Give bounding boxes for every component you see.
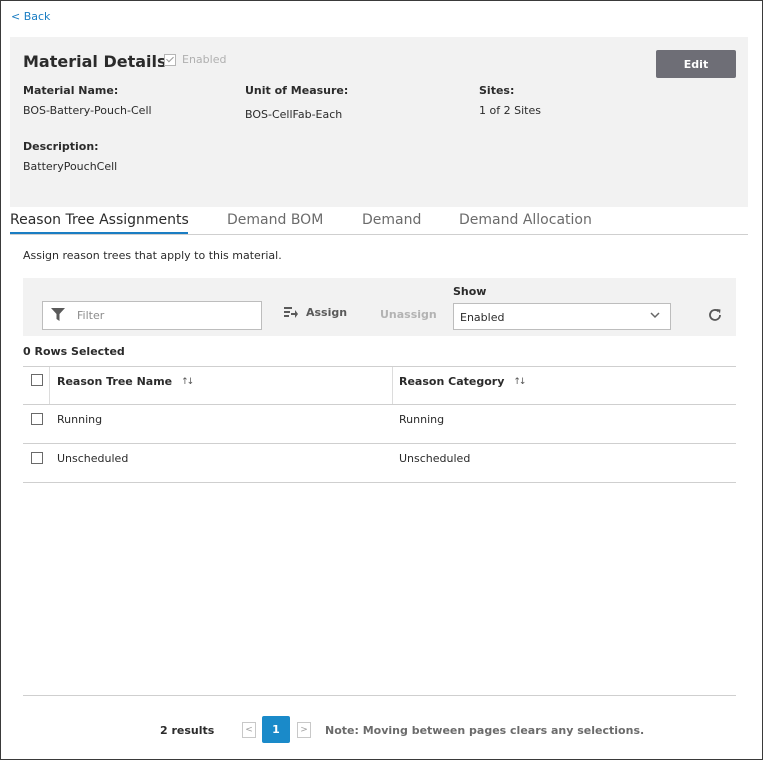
filter-placeholder: Filter xyxy=(77,309,105,322)
column-header-reason-tree-name[interactable]: Reason Tree Name ↑↓ xyxy=(57,375,194,388)
footer-divider xyxy=(23,695,736,696)
back-link[interactable]: < Back xyxy=(11,10,50,23)
chevron-left-icon[interactable]: < xyxy=(242,722,256,738)
column-header-reason-category[interactable]: Reason Category ↑↓ xyxy=(399,375,526,388)
reason-tree-table: Reason Tree Name ↑↓ Reason Category ↑↓ R… xyxy=(23,366,736,483)
active-tab-indicator xyxy=(10,232,188,234)
description-value: BatteryPouchCell xyxy=(23,160,118,173)
sort-icon[interactable]: ↑↓ xyxy=(513,377,526,387)
filter-input[interactable]: Filter xyxy=(42,301,262,330)
page-1-button[interactable]: 1 xyxy=(262,716,290,743)
table-header-row: Reason Tree Name ↑↓ Reason Category ↑↓ xyxy=(23,366,736,405)
assign-button[interactable]: Assign xyxy=(284,306,347,319)
tab-reason-tree-assignments[interactable]: Reason Tree Assignments xyxy=(10,212,189,228)
chevron-down-icon xyxy=(650,312,660,319)
table-toolbar: Filter Assign Unassign Show Enabled xyxy=(23,278,736,336)
page-title: Material Details xyxy=(23,52,167,71)
assign-icon xyxy=(284,306,298,318)
show-selected-value: Enabled xyxy=(460,311,505,324)
description-label: Description: xyxy=(23,140,99,153)
pagination-note: Note: Moving between pages clears any se… xyxy=(325,724,645,737)
chevron-right-icon[interactable]: > xyxy=(297,722,311,738)
show-label: Show xyxy=(453,285,487,298)
filter-icon xyxy=(51,308,65,321)
column-divider xyxy=(49,367,50,404)
row-checkbox[interactable] xyxy=(31,452,43,464)
tab-bar: Reason Tree Assignments Demand BOM Deman… xyxy=(10,208,748,235)
reason-tree-name-cell: Unscheduled xyxy=(57,452,129,465)
material-name-value: BOS-Battery-Pouch-Cell xyxy=(23,104,152,117)
column-header-label: Reason Category xyxy=(399,375,505,388)
results-count: 2 results xyxy=(160,724,215,737)
checkmark-icon xyxy=(164,53,176,66)
reason-tree-name-cell: Running xyxy=(57,413,103,426)
uom-label: Unit of Measure: xyxy=(245,84,349,97)
intro-text: Assign reason trees that apply to this m… xyxy=(23,249,282,262)
table-row[interactable]: Running Running xyxy=(23,405,736,444)
sites-value: 1 of 2 Sites xyxy=(479,104,541,117)
enabled-checkbox: Enabled xyxy=(164,53,226,66)
show-select[interactable]: Enabled xyxy=(453,303,671,330)
reason-category-cell: Unscheduled xyxy=(399,452,471,465)
sort-icon[interactable]: ↑↓ xyxy=(181,377,194,387)
assign-label: Assign xyxy=(306,306,348,319)
rows-selected-count: 0 Rows Selected xyxy=(23,345,125,358)
material-details-panel: Material Details Enabled Edit Material N… xyxy=(10,37,748,207)
tab-demand[interactable]: Demand xyxy=(362,212,421,228)
reason-category-cell: Running xyxy=(399,413,445,426)
sites-label: Sites: xyxy=(479,84,515,97)
tab-demand-allocation[interactable]: Demand Allocation xyxy=(459,212,592,228)
tab-demand-bom[interactable]: Demand BOM xyxy=(227,212,323,228)
column-divider xyxy=(392,367,393,404)
unassign-button[interactable]: Unassign xyxy=(380,308,437,321)
row-checkbox[interactable] xyxy=(31,413,43,425)
edit-button[interactable]: Edit xyxy=(656,50,736,78)
refresh-icon[interactable] xyxy=(707,307,723,323)
column-header-label: Reason Tree Name xyxy=(57,375,173,388)
material-name-label: Material Name: xyxy=(23,84,119,97)
table-row[interactable]: Unscheduled Unscheduled xyxy=(23,444,736,483)
uom-value: BOS-CellFab-Each xyxy=(245,108,343,121)
select-all-checkbox[interactable] xyxy=(31,374,43,386)
enabled-label: Enabled xyxy=(182,53,227,66)
